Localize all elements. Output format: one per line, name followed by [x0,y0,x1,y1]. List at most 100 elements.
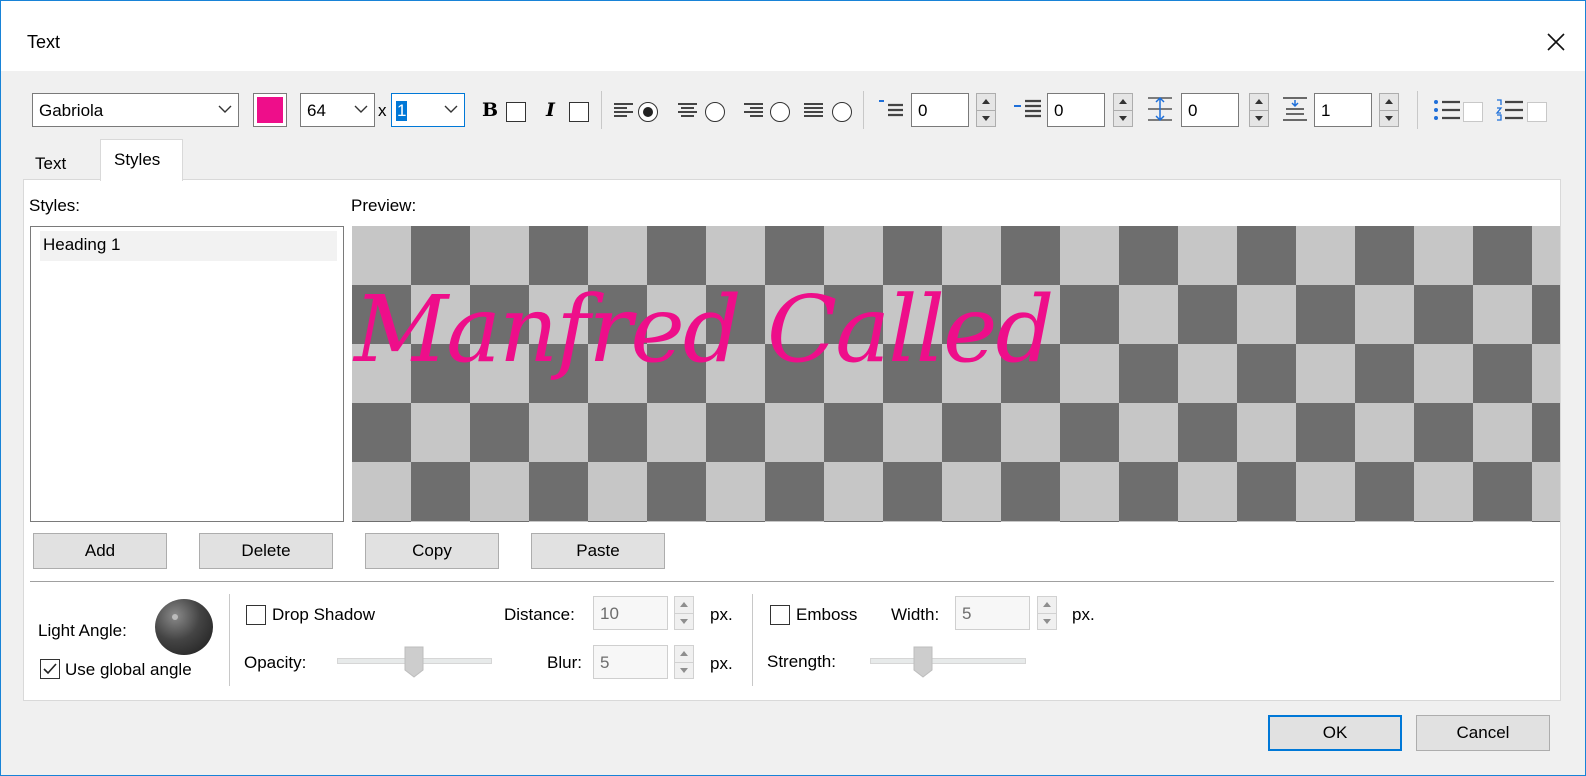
bold-checkbox[interactable] [506,102,526,122]
light-angle-dial[interactable] [155,599,213,655]
font-size-value: 64 [307,101,326,120]
color-button[interactable] [253,93,287,127]
opacity-label: Opacity: [244,653,307,672]
list-item[interactable]: Heading 1 [40,231,337,261]
space-before-icon [1148,96,1172,122]
bullet-list-checkbox[interactable] [1463,102,1483,122]
font-size-select[interactable]: 64 [300,93,375,127]
title-bar: Text [1,1,1585,71]
scale-select[interactable]: 1 [391,93,465,127]
color-swatch [257,97,283,123]
chevron-down-icon [444,105,458,113]
times-label: x [378,101,387,120]
preview-label: Preview: [351,196,417,215]
close-icon[interactable] [1541,27,1571,57]
left-indent-icon [1014,99,1041,118]
styles-panel: Styles: Preview: Heading 1 Manfred Calle… [23,179,1561,701]
ok-button[interactable]: OK [1268,715,1402,751]
distance-value: 10 [600,604,619,623]
bullet-list-icon [1434,100,1460,120]
tab-styles[interactable]: Styles [100,139,183,181]
emboss-checkbox[interactable] [770,605,790,625]
checkmark-icon [43,663,57,675]
tab-styles-label: Styles [114,150,161,169]
left-indent-spinner[interactable] [1113,93,1133,127]
align-right-icon [744,103,763,117]
chevron-down-icon [354,105,368,113]
styles-list[interactable]: Heading 1 [30,226,344,522]
space-before-input[interactable]: 0 [1181,93,1239,127]
preview-canvas: Manfred Called [352,226,1560,522]
window-title: Text [27,32,61,52]
light-angle-label: Light Angle: [38,621,127,640]
emboss-label: Emboss [796,605,858,624]
align-left-radio[interactable] [638,102,658,122]
preview-text: Manfred Called [354,276,1054,383]
scale-value: 1 [396,101,408,121]
light-angle-marker [172,614,178,620]
line-spacing-value: 1 [1321,101,1331,120]
blur-input[interactable]: 5 [593,645,668,679]
toolbar-separator [863,91,864,129]
cancel-button[interactable]: Cancel [1416,715,1550,751]
align-right-radio[interactable] [770,102,790,122]
width-spinner[interactable] [1037,596,1057,630]
use-global-angle-checkbox[interactable] [40,659,60,679]
divider [30,581,1554,583]
align-left-icon [614,103,633,117]
blur-label: Blur: [547,653,582,672]
toolbar-separator [1417,91,1418,129]
distance-spinner[interactable] [674,596,694,630]
width-input[interactable]: 5 [955,596,1030,630]
italic-checkbox[interactable] [569,102,589,122]
first-indent-input[interactable]: 0 [911,93,969,127]
distance-input[interactable]: 10 [593,596,668,630]
strength-label: Strength: [767,652,836,671]
numbered-list-icon [1495,99,1523,121]
drop-shadow-label: Drop Shadow [272,605,376,624]
tab-text[interactable]: Text [35,154,66,174]
chevron-down-icon [218,105,232,113]
width-value: 5 [962,604,972,623]
align-justify-icon [804,103,823,117]
line-spacing-icon [1283,97,1307,121]
left-indent-input[interactable]: 0 [1047,93,1105,127]
opacity-slider-thumb[interactable] [404,646,424,678]
align-center-radio[interactable] [705,102,725,122]
line-spacing-spinner[interactable] [1379,93,1399,127]
list-item-label: Heading 1 [43,235,121,254]
text-dialog: Text Gabriola 64 x 1 B I 0 0 0 1 Text St… [0,0,1586,776]
delete-button[interactable]: Delete [199,533,333,569]
first-indent-spinner[interactable] [976,93,996,127]
line-spacing-input[interactable]: 1 [1314,93,1372,127]
font-select[interactable]: Gabriola [32,93,239,127]
first-indent-value: 0 [918,101,928,120]
numbered-list-checkbox[interactable] [1527,102,1547,122]
strength-slider-track[interactable] [870,658,1026,664]
distance-label: Distance: [504,605,575,624]
drop-shadow-checkbox[interactable] [246,605,266,625]
strength-slider-thumb[interactable] [913,646,933,678]
styles-label: Styles: [29,196,81,215]
blur-spinner[interactable] [674,645,694,679]
add-button[interactable]: Add [33,533,167,569]
space-before-spinner[interactable] [1249,93,1269,127]
effects-separator [229,594,230,686]
align-justify-radio[interactable] [832,102,852,122]
space-before-value: 0 [1188,101,1198,120]
distance-unit: px. [710,605,733,624]
first-line-indent-icon [879,100,903,117]
use-global-angle-label: Use global angle [65,660,192,679]
font-value: Gabriola [39,101,104,120]
blur-value: 5 [600,653,610,672]
width-label: Width: [891,605,940,624]
bold-label: B [482,99,499,121]
copy-button[interactable]: Copy [365,533,499,569]
align-center-icon [678,103,697,117]
toolbar-separator [601,91,602,129]
blur-unit: px. [710,654,733,673]
effects-separator [752,594,753,686]
italic-label: I [546,99,555,121]
width-unit: px. [1072,605,1095,624]
paste-button[interactable]: Paste [531,533,665,569]
